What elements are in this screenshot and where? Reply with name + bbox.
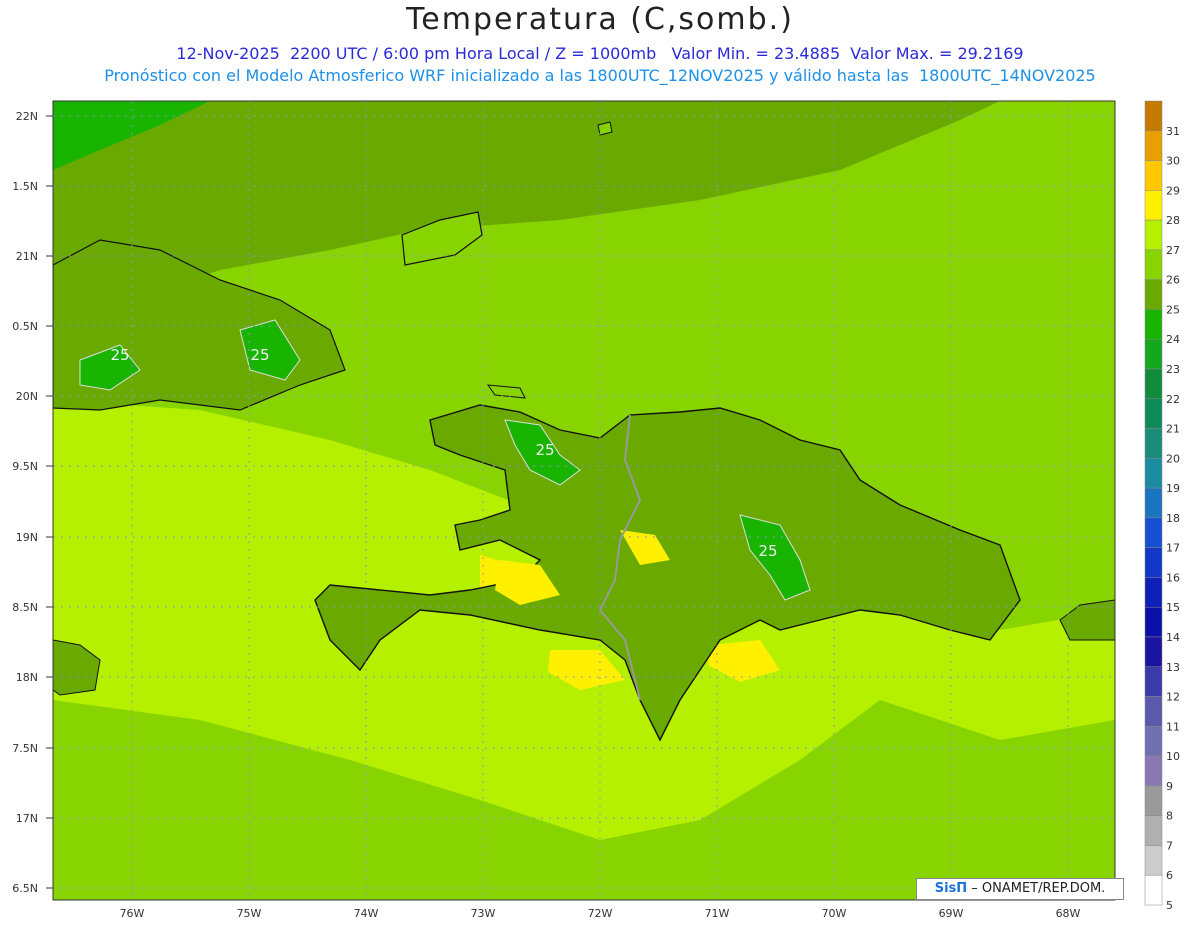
colorbar-label: 28 (1166, 214, 1180, 227)
sispi-logo: SisΠ (934, 881, 968, 896)
colorbar-label: 26 (1166, 274, 1180, 287)
lon-label: 70W (822, 907, 847, 920)
colorbar-swatch (1144, 398, 1163, 429)
temperature-map: 25 25 25 25 22N 1.5N 21N 0.5N 20N 9.5N 1… (12, 100, 1180, 920)
colorbar-swatch (1144, 845, 1163, 876)
colorbar-label: 19 (1166, 482, 1180, 495)
lon-label: 75W (237, 907, 262, 920)
lat-label: 7.5N (12, 742, 38, 755)
colorbar-label: 29 (1166, 184, 1180, 197)
colorbar: 31 30 29 28 27 26 25 24 23 22 21 20 19 18 17 16 15 14 13 12… (1144, 100, 1180, 912)
colorbar-label: 20 (1166, 452, 1180, 465)
lat-label: 17N (16, 812, 38, 825)
colorbar-swatch (1144, 726, 1163, 757)
lat-label: 6.5N (12, 882, 38, 895)
colorbar-label: 7 (1166, 839, 1173, 852)
colorbar-label: 10 (1166, 750, 1180, 763)
contour-label: 25 (110, 346, 129, 364)
colorbar-swatch (1144, 279, 1163, 310)
credit-box: SisΠ – ONAMET/REP.DOM. (916, 878, 1124, 900)
map-plot-area: 25 25 25 25 (53, 101, 1115, 900)
contour-label: 25 (758, 542, 777, 560)
colorbar-swatch (1144, 160, 1163, 191)
colorbar-swatch (1144, 219, 1163, 251)
colorbar-swatch (1144, 874, 1163, 906)
colorbar-swatch (1144, 249, 1163, 280)
colorbar-label: 31 (1166, 125, 1180, 138)
colorbar-label: 22 (1166, 393, 1180, 406)
lon-label: 69W (939, 907, 964, 920)
colorbar-label: 5 (1166, 899, 1173, 912)
lat-label: 21N (16, 250, 38, 263)
colorbar-label: 24 (1166, 333, 1180, 346)
lat-label: 9.5N (12, 460, 38, 473)
colorbar-swatch (1144, 666, 1163, 697)
colorbar-label: 13 (1166, 661, 1180, 674)
latitude-axis: 22N 1.5N 21N 0.5N 20N 9.5N 19N 8.5N 18N … (12, 110, 38, 895)
colorbar-swatch (1144, 547, 1163, 578)
colorbar-swatch (1144, 100, 1163, 132)
colorbar-swatch (1144, 636, 1163, 668)
colorbar-swatch (1144, 428, 1163, 459)
lat-label: 0.5N (12, 320, 38, 333)
lon-label: 76W (120, 907, 145, 920)
colorbar-swatch (1144, 130, 1163, 161)
lon-label: 72W (588, 907, 613, 920)
lat-label: 18N (16, 671, 38, 684)
colorbar-label: 21 (1166, 423, 1180, 436)
contour-label: 25 (250, 346, 269, 364)
lat-label: 8.5N (12, 601, 38, 614)
colorbar-swatch (1144, 487, 1163, 519)
colorbar-label: 12 (1166, 691, 1180, 704)
colorbar-swatch (1144, 815, 1163, 846)
colorbar-label: 11 (1166, 720, 1180, 733)
colorbar-swatch (1144, 309, 1163, 340)
colorbar-label: 16 (1166, 571, 1180, 584)
latitude-ticks (46, 115, 53, 889)
colorbar-label: 14 (1166, 631, 1180, 644)
lon-label: 74W (354, 907, 379, 920)
colorbar-swatch (1144, 755, 1163, 787)
lon-label: 73W (471, 907, 496, 920)
lon-label: 71W (705, 907, 730, 920)
colorbar-label: 6 (1166, 869, 1173, 882)
lat-label: 19N (16, 531, 38, 544)
lat-label: 22N (16, 110, 38, 123)
colorbar-label: 25 (1166, 303, 1180, 316)
colorbar-label: 15 (1166, 601, 1180, 614)
lon-label: 68W (1056, 907, 1081, 920)
lat-label: 20N (16, 390, 38, 403)
colorbar-swatch (1144, 368, 1163, 400)
colorbar-swatch (1144, 517, 1163, 548)
colorbar-label: 30 (1166, 155, 1180, 168)
credit-text: – ONAMET/REP.DOM. (967, 881, 1106, 896)
colorbar-label: 27 (1166, 244, 1180, 257)
colorbar-label: 8 (1166, 810, 1173, 823)
longitude-axis: 76W 75W 74W 73W 72W 71W 70W 69W 68W (120, 907, 1081, 920)
colorbar-swatch (1144, 785, 1163, 816)
colorbar-swatch (1144, 338, 1163, 370)
colorbar-swatch (1144, 577, 1163, 608)
colorbar-label: 17 (1166, 542, 1180, 555)
colorbar-label: 18 (1166, 512, 1180, 525)
colorbar-swatch (1144, 190, 1163, 221)
colorbar-label: 23 (1166, 363, 1180, 376)
lat-label: 1.5N (12, 180, 38, 193)
colorbar-label: 9 (1166, 780, 1173, 793)
colorbar-swatch (1144, 458, 1163, 489)
contour-label: 25 (535, 441, 554, 459)
colorbar-swatch (1144, 606, 1163, 638)
colorbar-swatch (1144, 696, 1163, 727)
